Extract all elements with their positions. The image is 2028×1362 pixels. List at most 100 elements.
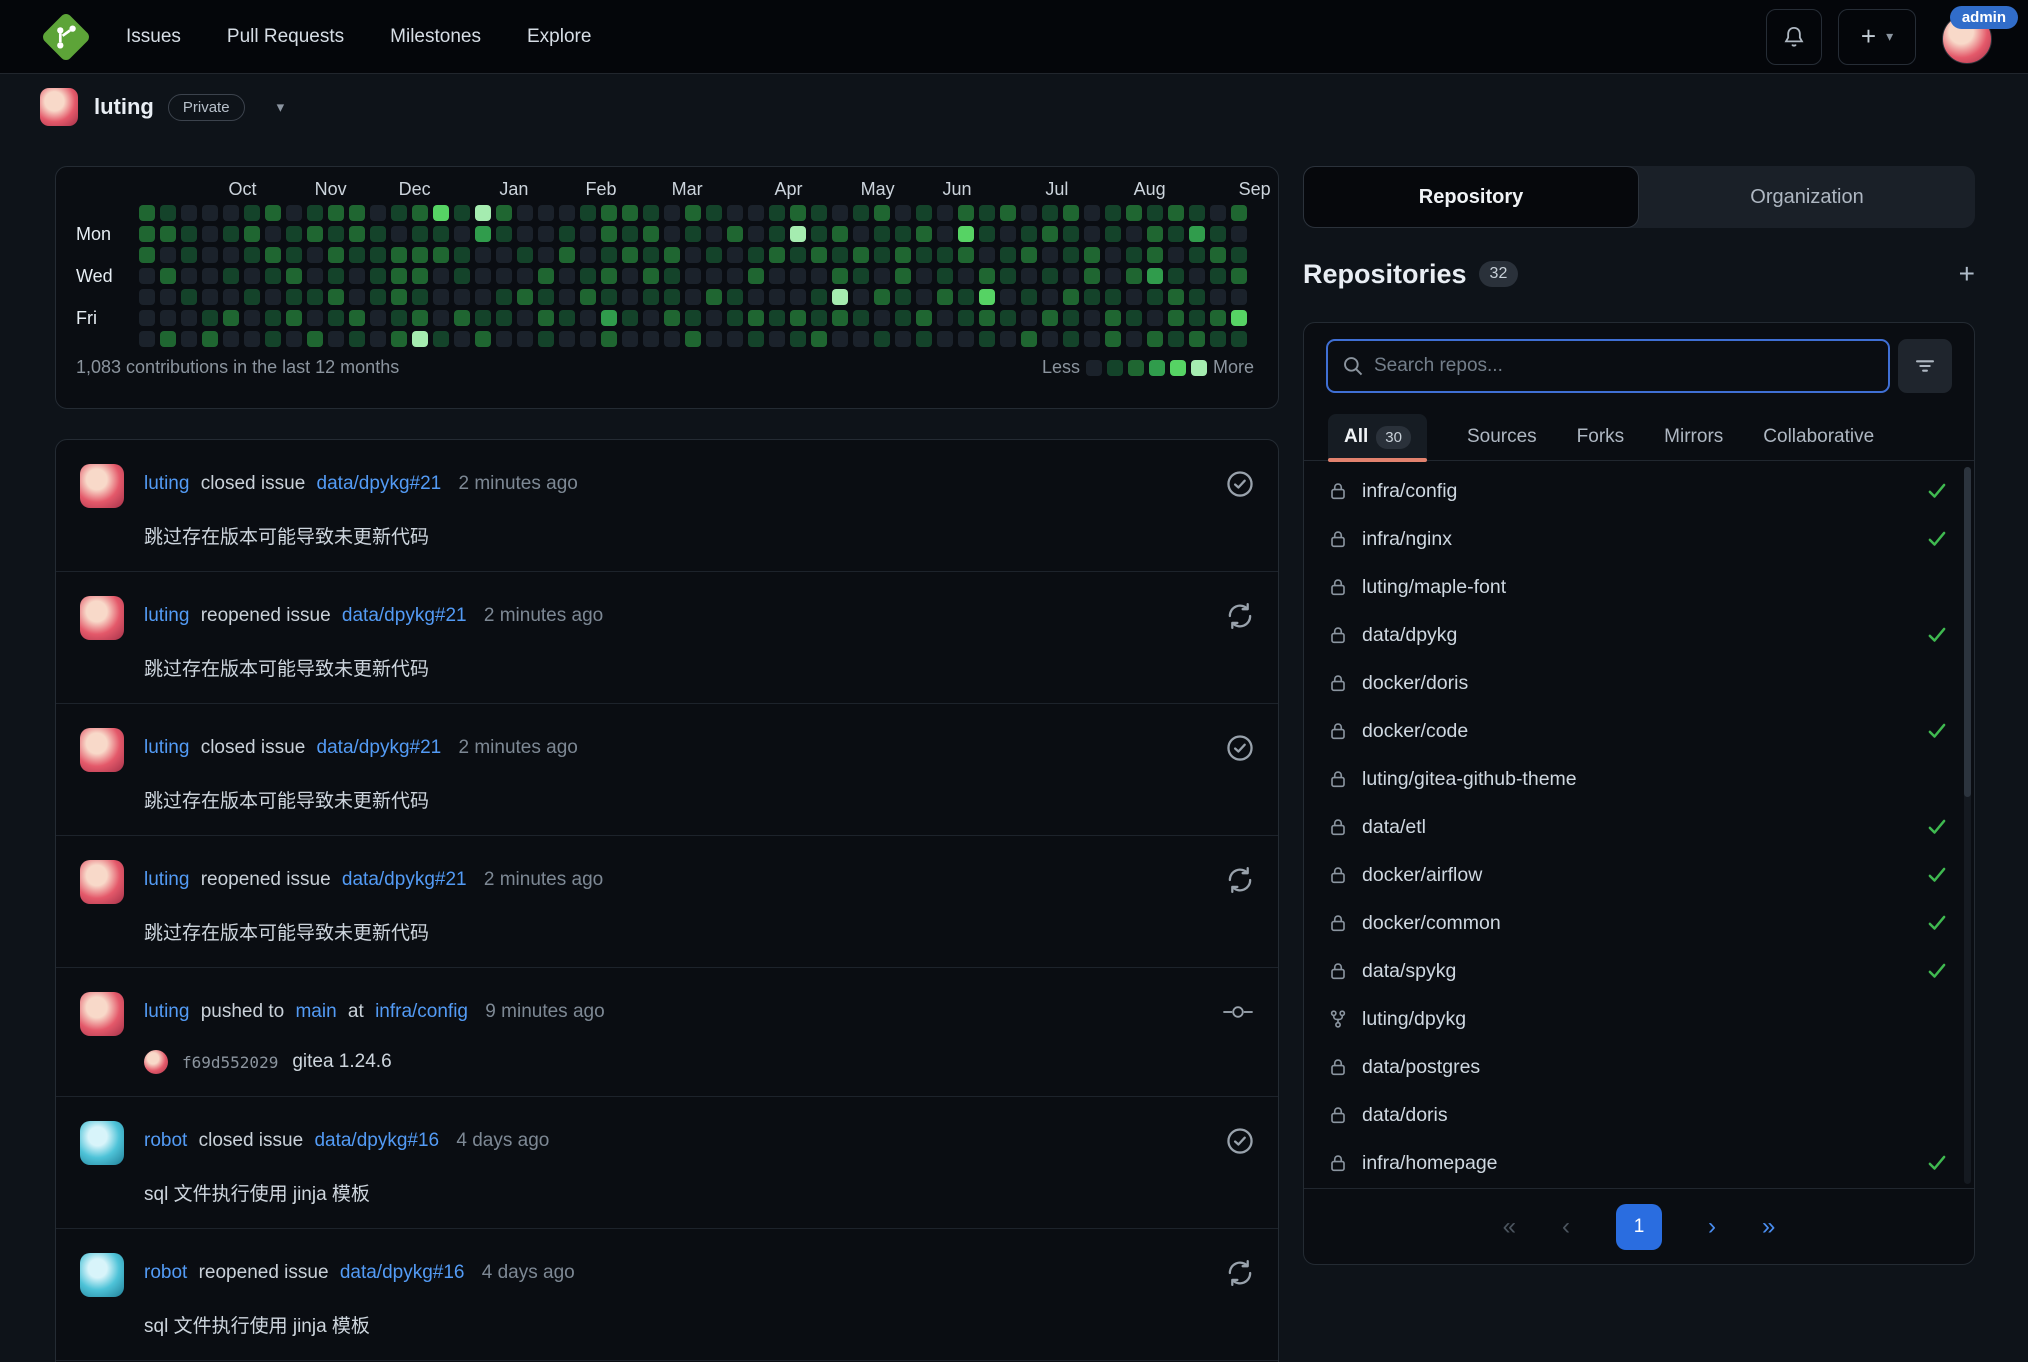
repo-name-link[interactable]: infra/nginx [1362, 528, 1452, 551]
repo-list-item[interactable]: data/postgres [1304, 1043, 1974, 1091]
repo-list-item[interactable]: luting/dpykg [1304, 995, 1974, 1043]
nav-menu-item[interactable]: Milestones [390, 26, 481, 48]
repo-filter-tab[interactable]: Forks [1577, 414, 1625, 460]
repo-list-item[interactable]: data/etl [1304, 803, 1974, 851]
repo-name-link[interactable]: infra/config [1362, 480, 1457, 503]
feed-repo-link[interactable]: data/dpykg#16 [340, 1262, 465, 1283]
tab-repository[interactable]: Repository [1303, 166, 1639, 228]
heatmap-cell [496, 205, 512, 221]
repo-list-item[interactable]: infra/nginx [1304, 515, 1974, 563]
avatar[interactable] [80, 728, 124, 772]
repo-filter-tab[interactable]: Mirrors [1664, 414, 1723, 460]
nav-menu-item[interactable]: Pull Requests [227, 26, 344, 48]
repo-list-item[interactable]: docker/airflow [1304, 851, 1974, 899]
avatar[interactable] [80, 464, 124, 508]
heatmap-cell [937, 205, 953, 221]
repo-name-link[interactable]: data/spykg [1362, 960, 1456, 983]
create-new-button[interactable]: + ▾ [1838, 8, 1916, 65]
feed-repo-link[interactable]: data/dpykg#21 [317, 473, 442, 494]
scrollbar-thumb[interactable] [1964, 467, 1971, 797]
repo-name-link[interactable]: docker/airflow [1362, 864, 1482, 887]
heatmap-cell [517, 268, 533, 284]
feed-timestamp: 4 days ago [481, 1262, 575, 1283]
nav-menu-item[interactable]: Issues [126, 26, 181, 48]
repo-list-item[interactable]: data/spykg [1304, 947, 1974, 995]
pagination-page-1[interactable]: 1 [1616, 1203, 1662, 1250]
search-filter-button[interactable] [1898, 339, 1952, 393]
list-scrollbar[interactable] [1964, 467, 1971, 1184]
feed-user-link[interactable]: luting [144, 605, 189, 626]
repo-name-link[interactable]: data/postgres [1362, 1056, 1480, 1079]
repo-list-item[interactable]: docker/common [1304, 899, 1974, 947]
repo-name-link[interactable]: data/etl [1362, 816, 1426, 839]
tab-organization[interactable]: Organization [1639, 166, 1975, 228]
feed-repo-link[interactable]: data/dpykg#16 [314, 1130, 439, 1151]
repo-list-item[interactable]: infra/config [1304, 467, 1974, 515]
repo-list-item[interactable]: docker/code [1304, 707, 1974, 755]
legend-more-label: More [1212, 357, 1254, 377]
profile-dropdown-caret[interactable]: ▾ [277, 98, 285, 116]
repo-list-item[interactable]: infra/homepage [1304, 1139, 1974, 1187]
feed-user-link[interactable]: luting [144, 1001, 189, 1022]
pagination-first-button[interactable]: « [1503, 1213, 1516, 1241]
heatmap-cell [517, 289, 533, 305]
repo-name-link[interactable]: data/dpykg [1362, 624, 1457, 647]
nav-menu-item[interactable]: Explore [527, 26, 591, 48]
heatmap-cell [622, 310, 638, 326]
heatmap-cell [1063, 310, 1079, 326]
avatar[interactable] [80, 1121, 124, 1165]
feed-repo-link[interactable]: data/dpykg#21 [317, 737, 442, 758]
pagination-next-button[interactable]: › [1708, 1213, 1716, 1241]
avatar[interactable] [80, 860, 124, 904]
heatmap-cell [223, 310, 239, 326]
plus-icon: + [1860, 21, 1877, 51]
avatar[interactable] [80, 992, 124, 1036]
repo-name-link[interactable]: luting/maple-font [1362, 576, 1506, 599]
repo-list-item[interactable]: data/dpykg [1304, 611, 1974, 659]
heatmap-cell [517, 205, 533, 221]
repo-name-link[interactable]: data/doris [1362, 1104, 1448, 1127]
feed-user-link[interactable]: robot [144, 1262, 187, 1283]
feed-user-link[interactable]: luting [144, 869, 189, 890]
heatmap-cell [223, 247, 239, 263]
repo-name-link[interactable]: docker/common [1362, 912, 1501, 935]
feed-repo-link[interactable]: data/dpykg#21 [342, 605, 467, 626]
commit-sha-link[interactable]: f69d552029 [182, 1053, 278, 1072]
feed-user-link[interactable]: luting [144, 473, 189, 494]
repo-list-item[interactable]: docker/doris [1304, 659, 1974, 707]
pagination-prev-button[interactable]: ‹ [1562, 1213, 1570, 1241]
profile-avatar[interactable] [40, 88, 78, 126]
heatmap-cell [1084, 289, 1100, 305]
feed-user-link[interactable]: luting [144, 737, 189, 758]
repo-filter-tab[interactable]: All 30 [1328, 414, 1427, 462]
repo-name-link[interactable]: infra/homepage [1362, 1152, 1498, 1175]
feed-user-link[interactable]: robot [144, 1130, 187, 1151]
avatar[interactable] [80, 596, 124, 640]
notifications-button[interactable] [1766, 8, 1822, 65]
heatmap-cell [643, 331, 659, 347]
repo-filter-tab[interactable]: Collaborative [1763, 414, 1874, 460]
heatmap-cell [853, 205, 869, 221]
feed-repo-link[interactable]: data/dpykg#21 [342, 869, 467, 890]
app-logo[interactable] [40, 11, 92, 63]
repo-name-link[interactable]: luting/gitea-github-theme [1362, 768, 1577, 791]
heatmap-legend-square [1127, 359, 1144, 376]
heatmap-cell [475, 205, 491, 221]
repo-name-link[interactable]: docker/doris [1362, 672, 1468, 695]
heatmap-cell [391, 205, 407, 221]
feed-entry: robot closed issue data/dpykg#16 4 days … [56, 1097, 1278, 1229]
repo-name-link[interactable]: luting/dpykg [1362, 1008, 1466, 1031]
feed-repo-link[interactable]: infra/config [375, 1001, 468, 1022]
add-repository-button[interactable]: + [1959, 260, 1975, 288]
pagination-last-button[interactable]: » [1762, 1213, 1775, 1241]
repo-list-item[interactable]: data/doris [1304, 1091, 1974, 1139]
repo-list-item[interactable]: luting/gitea-github-theme [1304, 755, 1974, 803]
feed-branch-link[interactable]: main [295, 1001, 336, 1022]
avatar[interactable] [80, 1253, 124, 1297]
repo-name-link[interactable]: docker/code [1362, 720, 1468, 743]
lock-icon [1328, 961, 1350, 981]
repo-list-item[interactable]: luting/maple-font [1304, 563, 1974, 611]
heatmap-cell [139, 226, 155, 242]
search-input[interactable] [1374, 355, 1874, 377]
repo-filter-tab[interactable]: Sources [1467, 414, 1537, 460]
